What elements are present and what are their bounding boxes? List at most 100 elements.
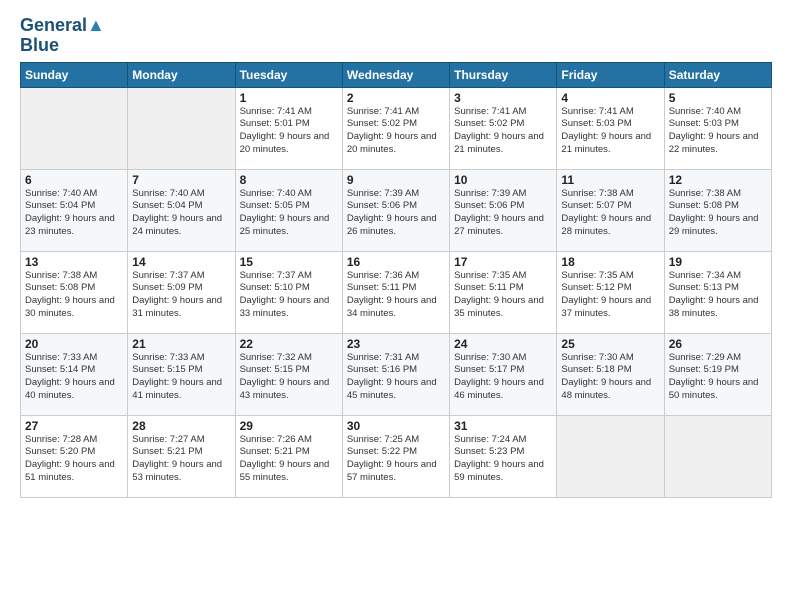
calendar-cell [21, 87, 128, 169]
calendar-header-saturday: Saturday [664, 62, 771, 87]
calendar-cell: 5Sunrise: 7:40 AM Sunset: 5:03 PM Daylig… [664, 87, 771, 169]
day-info: Sunrise: 7:38 AM Sunset: 5:08 PM Dayligh… [669, 188, 767, 239]
logo-text: General▲Blue [20, 16, 105, 56]
calendar-header-tuesday: Tuesday [235, 62, 342, 87]
day-number: 14 [132, 255, 230, 269]
day-info: Sunrise: 7:39 AM Sunset: 5:06 PM Dayligh… [347, 188, 445, 239]
calendar-header-wednesday: Wednesday [342, 62, 449, 87]
day-number: 7 [132, 173, 230, 187]
day-number: 3 [454, 91, 552, 105]
day-number: 5 [669, 91, 767, 105]
day-number: 8 [240, 173, 338, 187]
calendar-cell: 16Sunrise: 7:36 AM Sunset: 5:11 PM Dayli… [342, 251, 449, 333]
day-info: Sunrise: 7:40 AM Sunset: 5:04 PM Dayligh… [25, 188, 123, 239]
calendar-cell: 10Sunrise: 7:39 AM Sunset: 5:06 PM Dayli… [450, 169, 557, 251]
day-info: Sunrise: 7:37 AM Sunset: 5:10 PM Dayligh… [240, 270, 338, 321]
calendar-table: SundayMondayTuesdayWednesdayThursdayFrid… [20, 62, 772, 498]
calendar-cell: 14Sunrise: 7:37 AM Sunset: 5:09 PM Dayli… [128, 251, 235, 333]
calendar-cell: 26Sunrise: 7:29 AM Sunset: 5:19 PM Dayli… [664, 333, 771, 415]
day-number: 26 [669, 337, 767, 351]
calendar-week-row: 20Sunrise: 7:33 AM Sunset: 5:14 PM Dayli… [21, 333, 772, 415]
day-number: 22 [240, 337, 338, 351]
calendar-header-friday: Friday [557, 62, 664, 87]
calendar-cell: 8Sunrise: 7:40 AM Sunset: 5:05 PM Daylig… [235, 169, 342, 251]
day-info: Sunrise: 7:33 AM Sunset: 5:15 PM Dayligh… [132, 352, 230, 403]
calendar-cell: 22Sunrise: 7:32 AM Sunset: 5:15 PM Dayli… [235, 333, 342, 415]
day-number: 10 [454, 173, 552, 187]
day-info: Sunrise: 7:30 AM Sunset: 5:17 PM Dayligh… [454, 352, 552, 403]
calendar-cell: 11Sunrise: 7:38 AM Sunset: 5:07 PM Dayli… [557, 169, 664, 251]
day-number: 6 [25, 173, 123, 187]
day-info: Sunrise: 7:35 AM Sunset: 5:11 PM Dayligh… [454, 270, 552, 321]
day-info: Sunrise: 7:32 AM Sunset: 5:15 PM Dayligh… [240, 352, 338, 403]
day-info: Sunrise: 7:38 AM Sunset: 5:08 PM Dayligh… [25, 270, 123, 321]
day-number: 16 [347, 255, 445, 269]
calendar-cell: 21Sunrise: 7:33 AM Sunset: 5:15 PM Dayli… [128, 333, 235, 415]
calendar-cell: 13Sunrise: 7:38 AM Sunset: 5:08 PM Dayli… [21, 251, 128, 333]
day-info: Sunrise: 7:38 AM Sunset: 5:07 PM Dayligh… [561, 188, 659, 239]
day-number: 19 [669, 255, 767, 269]
day-info: Sunrise: 7:33 AM Sunset: 5:14 PM Dayligh… [25, 352, 123, 403]
calendar-cell: 31Sunrise: 7:24 AM Sunset: 5:23 PM Dayli… [450, 415, 557, 497]
calendar-header-row: SundayMondayTuesdayWednesdayThursdayFrid… [21, 62, 772, 87]
calendar-cell: 3Sunrise: 7:41 AM Sunset: 5:02 PM Daylig… [450, 87, 557, 169]
day-number: 18 [561, 255, 659, 269]
calendar-cell [128, 87, 235, 169]
day-info: Sunrise: 7:35 AM Sunset: 5:12 PM Dayligh… [561, 270, 659, 321]
calendar-header-thursday: Thursday [450, 62, 557, 87]
calendar-cell: 30Sunrise: 7:25 AM Sunset: 5:22 PM Dayli… [342, 415, 449, 497]
calendar-cell: 20Sunrise: 7:33 AM Sunset: 5:14 PM Dayli… [21, 333, 128, 415]
page: General▲Blue SundayMondayTuesdayWednesda… [0, 0, 792, 612]
calendar-cell: 24Sunrise: 7:30 AM Sunset: 5:17 PM Dayli… [450, 333, 557, 415]
day-info: Sunrise: 7:24 AM Sunset: 5:23 PM Dayligh… [454, 434, 552, 485]
calendar-cell: 19Sunrise: 7:34 AM Sunset: 5:13 PM Dayli… [664, 251, 771, 333]
day-info: Sunrise: 7:31 AM Sunset: 5:16 PM Dayligh… [347, 352, 445, 403]
calendar-week-row: 27Sunrise: 7:28 AM Sunset: 5:20 PM Dayli… [21, 415, 772, 497]
day-info: Sunrise: 7:27 AM Sunset: 5:21 PM Dayligh… [132, 434, 230, 485]
calendar-header-monday: Monday [128, 62, 235, 87]
calendar-cell: 2Sunrise: 7:41 AM Sunset: 5:02 PM Daylig… [342, 87, 449, 169]
day-number: 1 [240, 91, 338, 105]
day-info: Sunrise: 7:39 AM Sunset: 5:06 PM Dayligh… [454, 188, 552, 239]
calendar-week-row: 6Sunrise: 7:40 AM Sunset: 5:04 PM Daylig… [21, 169, 772, 251]
day-number: 21 [132, 337, 230, 351]
calendar-cell [557, 415, 664, 497]
day-info: Sunrise: 7:40 AM Sunset: 5:04 PM Dayligh… [132, 188, 230, 239]
day-number: 31 [454, 419, 552, 433]
calendar-cell: 17Sunrise: 7:35 AM Sunset: 5:11 PM Dayli… [450, 251, 557, 333]
day-number: 27 [25, 419, 123, 433]
calendar-cell: 9Sunrise: 7:39 AM Sunset: 5:06 PM Daylig… [342, 169, 449, 251]
day-number: 4 [561, 91, 659, 105]
day-number: 11 [561, 173, 659, 187]
day-info: Sunrise: 7:41 AM Sunset: 5:02 PM Dayligh… [347, 106, 445, 157]
logo: General▲Blue [20, 16, 105, 56]
calendar-cell: 4Sunrise: 7:41 AM Sunset: 5:03 PM Daylig… [557, 87, 664, 169]
calendar-cell: 6Sunrise: 7:40 AM Sunset: 5:04 PM Daylig… [21, 169, 128, 251]
calendar-cell: 1Sunrise: 7:41 AM Sunset: 5:01 PM Daylig… [235, 87, 342, 169]
day-number: 15 [240, 255, 338, 269]
day-number: 2 [347, 91, 445, 105]
day-number: 13 [25, 255, 123, 269]
day-info: Sunrise: 7:36 AM Sunset: 5:11 PM Dayligh… [347, 270, 445, 321]
day-info: Sunrise: 7:37 AM Sunset: 5:09 PM Dayligh… [132, 270, 230, 321]
calendar-cell: 23Sunrise: 7:31 AM Sunset: 5:16 PM Dayli… [342, 333, 449, 415]
day-number: 28 [132, 419, 230, 433]
day-info: Sunrise: 7:29 AM Sunset: 5:19 PM Dayligh… [669, 352, 767, 403]
day-info: Sunrise: 7:41 AM Sunset: 5:03 PM Dayligh… [561, 106, 659, 157]
day-number: 30 [347, 419, 445, 433]
calendar-cell: 15Sunrise: 7:37 AM Sunset: 5:10 PM Dayli… [235, 251, 342, 333]
calendar-cell: 29Sunrise: 7:26 AM Sunset: 5:21 PM Dayli… [235, 415, 342, 497]
calendar-cell: 7Sunrise: 7:40 AM Sunset: 5:04 PM Daylig… [128, 169, 235, 251]
day-number: 23 [347, 337, 445, 351]
header: General▲Blue [20, 16, 772, 56]
calendar-cell: 25Sunrise: 7:30 AM Sunset: 5:18 PM Dayli… [557, 333, 664, 415]
day-number: 12 [669, 173, 767, 187]
day-info: Sunrise: 7:28 AM Sunset: 5:20 PM Dayligh… [25, 434, 123, 485]
calendar-cell: 28Sunrise: 7:27 AM Sunset: 5:21 PM Dayli… [128, 415, 235, 497]
day-number: 20 [25, 337, 123, 351]
calendar-cell [664, 415, 771, 497]
calendar-week-row: 13Sunrise: 7:38 AM Sunset: 5:08 PM Dayli… [21, 251, 772, 333]
calendar-cell: 18Sunrise: 7:35 AM Sunset: 5:12 PM Dayli… [557, 251, 664, 333]
day-info: Sunrise: 7:25 AM Sunset: 5:22 PM Dayligh… [347, 434, 445, 485]
day-info: Sunrise: 7:41 AM Sunset: 5:01 PM Dayligh… [240, 106, 338, 157]
